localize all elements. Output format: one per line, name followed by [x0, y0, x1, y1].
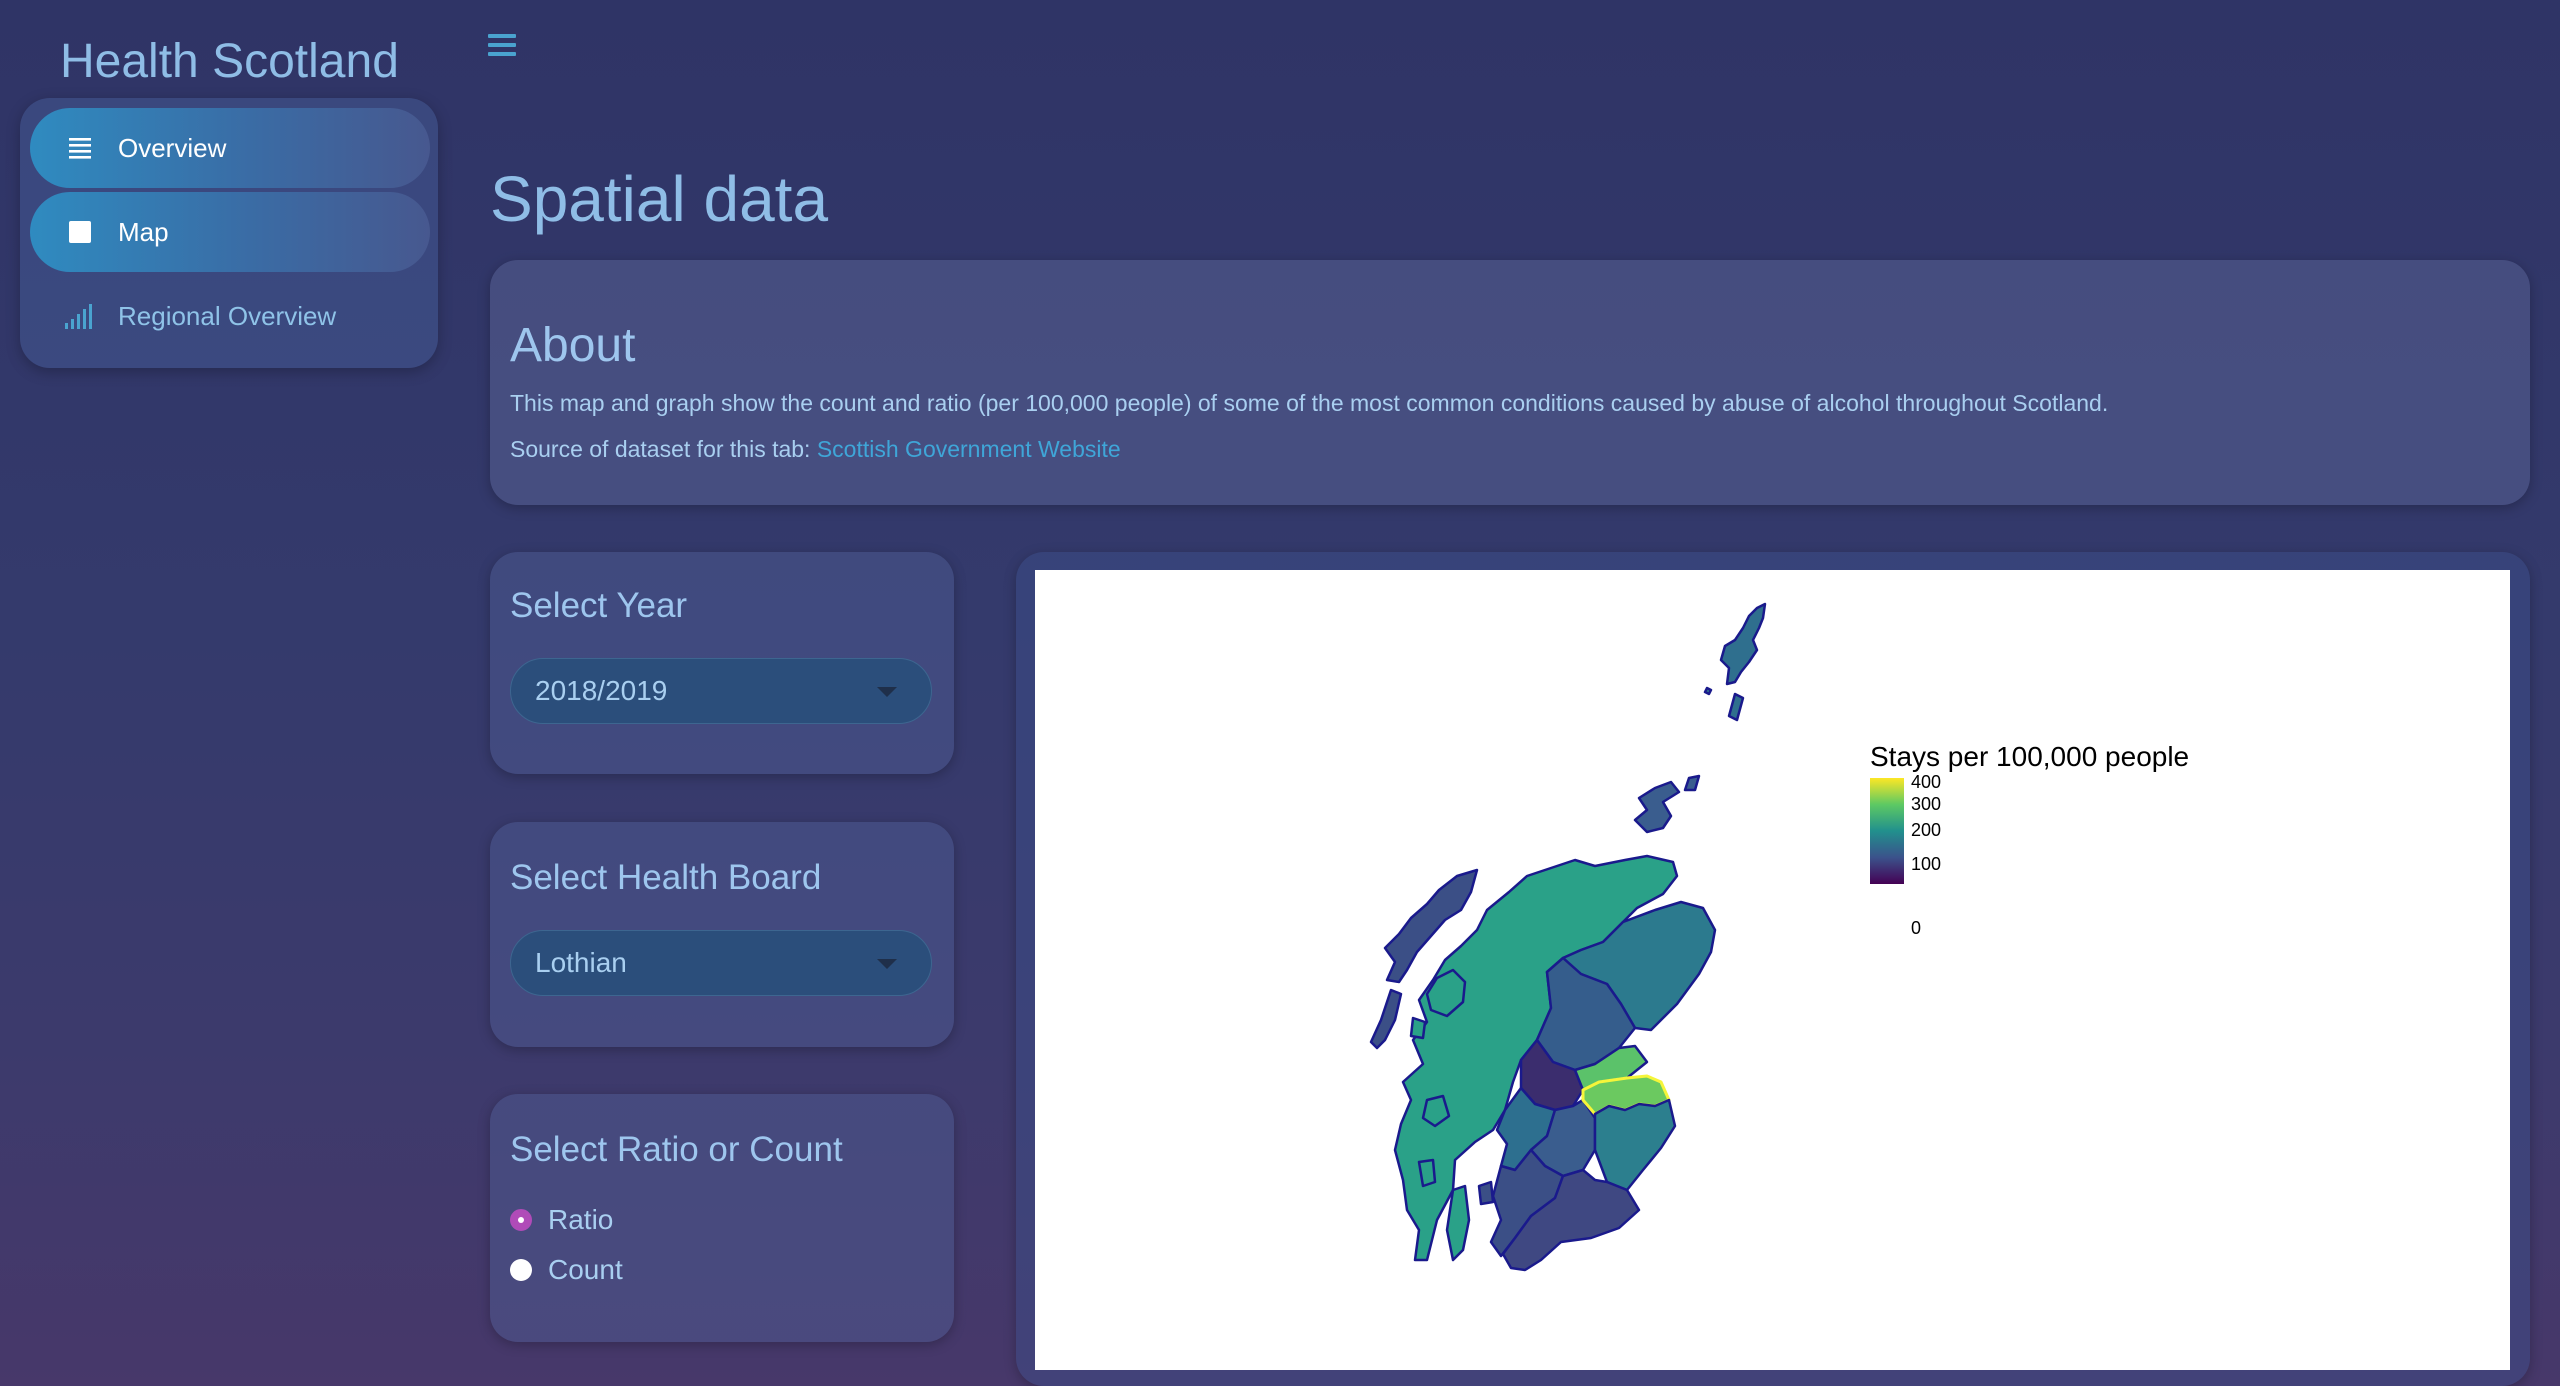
- about-description: This map and graph show the count and ra…: [510, 390, 2109, 416]
- year-heading: Select Year: [510, 586, 688, 625]
- source-link[interactable]: Scottish Government Website: [817, 436, 1121, 462]
- map-panel: Stays per 100,000 people 400 300 200 100…: [1035, 570, 2510, 1370]
- sidebar-item-regional-overview[interactable]: Regional Overview: [30, 276, 430, 356]
- region-orkney-islet: [1683, 774, 1701, 792]
- sidebar: Overview Map Regional Overview: [20, 98, 438, 368]
- region-orkney[interactable]: [1633, 780, 1681, 834]
- sidebar-item-label: Overview: [118, 132, 227, 163]
- metric-card: Select Ratio or Count Ratio Count: [490, 1094, 954, 1342]
- region-western-isles-islet: [1369, 988, 1403, 1050]
- year-select-value: 2018/2019: [535, 675, 668, 706]
- metric-heading: Select Ratio or Count: [510, 1130, 843, 1169]
- legend-tick: 0: [1911, 918, 1921, 938]
- sidebar-item-overview[interactable]: Overview: [30, 108, 430, 188]
- legend-title: Stays per 100,000 people: [1870, 741, 2189, 772]
- legend-tick: 200: [1911, 820, 1941, 840]
- legend-tick: 400: [1911, 772, 1941, 792]
- sidebar-item-map[interactable]: Map: [30, 192, 430, 272]
- source-line: Source of dataset for this tab: Scottish…: [510, 436, 1121, 463]
- radio-unselected-icon: [510, 1259, 532, 1281]
- about-heading: About: [510, 319, 636, 372]
- legend-colorbar: [1870, 778, 1904, 884]
- radio-label: Count: [548, 1254, 623, 1285]
- hamburger-icon[interactable]: [488, 34, 516, 61]
- health-board-card: Select Health Board Lothian: [490, 822, 954, 1047]
- radio-count[interactable]: Count: [510, 1254, 623, 1286]
- scotland-map: Stays per 100,000 people 400 300 200 100…: [1369, 602, 2189, 1272]
- region-borders[interactable]: [1593, 1098, 1677, 1192]
- year-card: Select Year 2018/2019: [490, 552, 954, 774]
- radio-selected-icon: [510, 1209, 532, 1231]
- year-select[interactable]: 2018/2019: [510, 658, 932, 724]
- about-card: About This map and graph show the count …: [490, 260, 2530, 505]
- source-prefix: Source of dataset for this tab:: [510, 436, 811, 462]
- app-title: Health Scotland: [60, 35, 399, 88]
- legend-tick: 300: [1911, 794, 1941, 814]
- signal-bars-icon: [60, 303, 100, 329]
- health-board-heading: Select Health Board: [510, 858, 822, 897]
- health-board-select-value: Lothian: [535, 947, 627, 978]
- region-west-islet: [1409, 1016, 1427, 1040]
- region-shetland-islet: [1703, 686, 1713, 696]
- radio-ratio[interactable]: Ratio: [510, 1204, 613, 1236]
- list-icon: [60, 136, 100, 160]
- square-icon: [60, 220, 100, 244]
- region-islay: [1417, 1158, 1437, 1188]
- sidebar-item-label: Regional Overview: [118, 300, 337, 331]
- health-board-select[interactable]: Lothian: [510, 930, 932, 996]
- chevron-down-icon: [877, 687, 897, 697]
- chevron-down-icon: [877, 959, 897, 969]
- sidebar-item-label: Map: [118, 216, 169, 247]
- page-title: Spatial data: [490, 163, 829, 235]
- radio-label: Ratio: [548, 1204, 614, 1235]
- legend-tick: 100: [1911, 854, 1941, 874]
- region-shetland[interactable]: [1719, 602, 1767, 686]
- region-arran: [1477, 1180, 1495, 1206]
- region-shetland-islet: [1727, 692, 1745, 722]
